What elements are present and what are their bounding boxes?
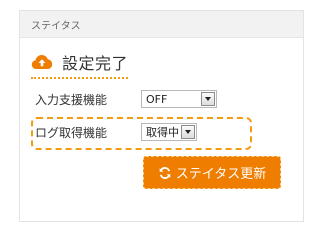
log-select[interactable]: 取得中 <box>141 123 197 141</box>
status-panel: ステイタス 設定完了 入力支援機能 OFF ログ取得機能 取得中 ステイタス更新 <box>19 10 304 222</box>
log-value: 取得中 <box>146 126 179 139</box>
chevron-down-icon <box>201 92 215 106</box>
status-indicator: 設定完了 <box>31 50 129 79</box>
chevron-down-icon <box>181 125 195 139</box>
update-status-button[interactable]: ステイタス更新 <box>143 156 281 189</box>
setting-row-input-support: 入力支援機能 OFF <box>35 89 217 109</box>
refresh-icon <box>158 166 172 180</box>
input-support-label: 入力支援機能 <box>35 92 108 107</box>
panel-title: ステイタス <box>31 20 81 32</box>
input-support-value: OFF <box>146 92 168 106</box>
cloud-upload-icon <box>31 54 53 70</box>
input-support-select[interactable]: OFF <box>141 90 217 108</box>
setting-row-log: ログ取得機能 取得中 <box>35 122 197 142</box>
log-label: ログ取得機能 <box>35 125 108 140</box>
status-text: 設定完了 <box>62 54 129 73</box>
panel-header: ステイタス <box>20 11 303 38</box>
update-status-label: ステイタス更新 <box>175 167 267 182</box>
